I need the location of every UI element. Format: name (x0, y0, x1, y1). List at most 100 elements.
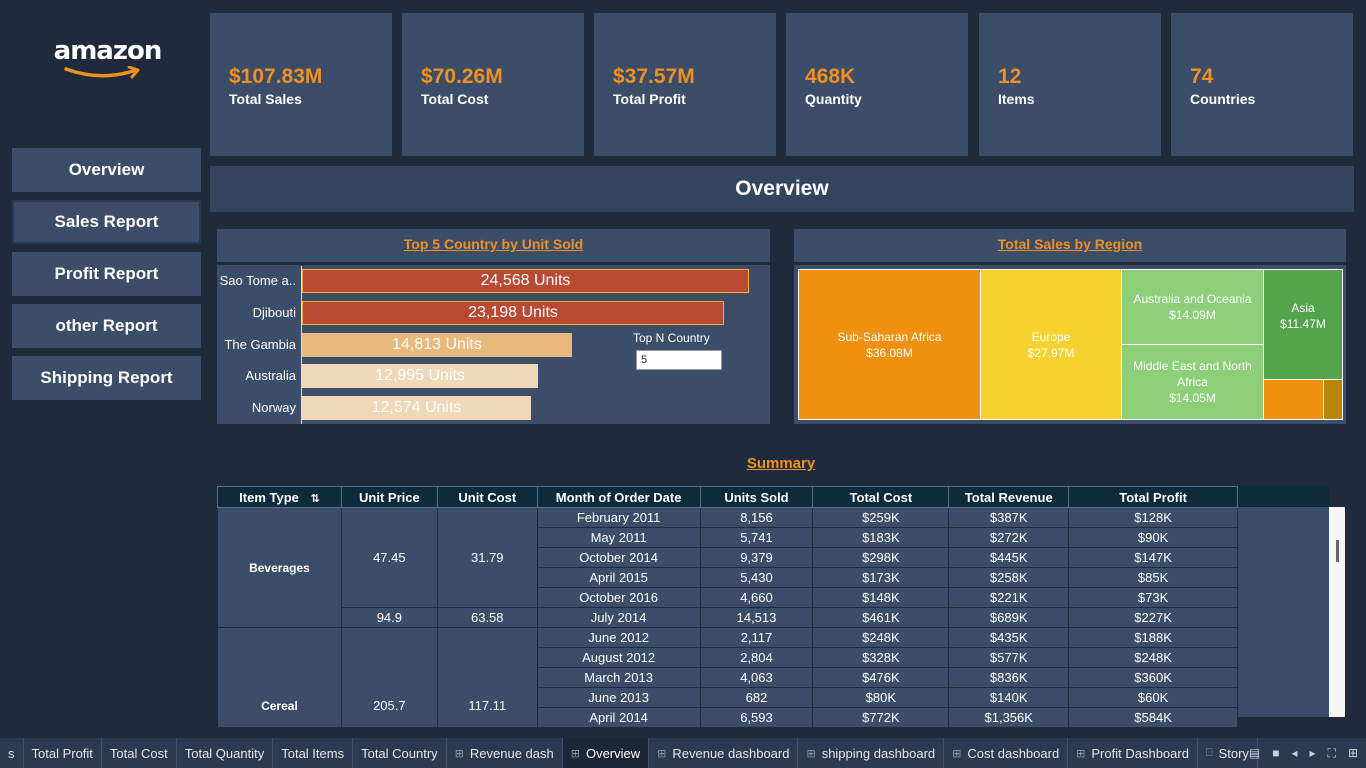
total-profit-cell: $248K (1068, 647, 1238, 668)
top-countries-title[interactable]: Top 5 Country by Unit Sold (217, 236, 770, 252)
treemap-cell-value: $14.05M (1169, 391, 1216, 405)
table-scrollbar[interactable] (1329, 507, 1345, 717)
tab-total-profit[interactable]: Total Profit (24, 738, 102, 768)
item-type-cell: Cereal (217, 627, 342, 728)
filmstrip-icon[interactable]: ▤ (1249, 746, 1260, 760)
table-row: Cereal 205.7 117.11 June 2012 2,117 $248… (217, 627, 1238, 728)
sort-icon[interactable]: ⇅ (311, 493, 320, 505)
tab-total-country[interactable]: Total Country (353, 738, 447, 768)
sheet-sorter-icon[interactable]: ■ (1272, 746, 1279, 760)
bar[interactable]: 23,198 Units (302, 301, 724, 325)
summary-title[interactable]: Summary (217, 455, 1345, 472)
topn-country-input[interactable]: 5 (636, 350, 722, 370)
tab-label: Overview (585, 745, 641, 761)
tab-cost-dashboard[interactable]: ⊞ Cost dashboard (944, 738, 1069, 768)
total-cost-cell: $183K (812, 527, 950, 548)
tab-revenue-dashboard[interactable]: ⊞ Revenue dashboard (649, 738, 799, 768)
bar-value-label: 12,995 Units (375, 367, 465, 384)
amazon-logo: amazon (50, 36, 165, 80)
tab-revenue-dash[interactable]: ⊞ Revenue dash (447, 738, 563, 768)
treemap-cell-small-region[interactable] (1263, 379, 1324, 420)
tab-profit-dashboard[interactable]: ⊞ Profit Dashboard (1068, 738, 1198, 768)
kpi-total-cost: $70.26M Total Cost (402, 13, 584, 156)
nav-shipping-report-button[interactable]: Shipping Report (12, 356, 201, 400)
month-cell: June 2012 (536, 627, 701, 648)
treemap-cell-australia-oceania[interactable]: Australia and Oceania $14.09M (1121, 269, 1264, 345)
total-cost-cell: $476K (812, 667, 950, 688)
column-header-units-sold[interactable]: Units Sold (699, 486, 814, 508)
column-header-unit-cost[interactable]: Unit Cost (436, 486, 538, 508)
month-cell: October 2014 (536, 547, 701, 568)
column-header-unit-price[interactable]: Unit Price (340, 486, 438, 508)
bar[interactable]: 12,995 Units (302, 364, 538, 388)
kpi-label: Items (998, 91, 1035, 107)
total-cost-cell: $173K (812, 567, 950, 588)
column-header-total-revenue[interactable]: Total Revenue (948, 486, 1070, 508)
bar[interactable]: 12,574 Units (302, 396, 531, 420)
column-header-item-type[interactable]: Item Type ⇅ (217, 486, 342, 508)
treemap-cell-sub-saharan-africa[interactable]: Sub-Saharan Africa $36.08M (798, 269, 981, 420)
tab-shipping-dashboard[interactable]: ⊞ shipping dashboard (798, 738, 945, 768)
treemap-cell-middle-east[interactable]: Middle East and North Africa $14.05M (1121, 344, 1264, 420)
kpi-value: 12 (998, 65, 1022, 88)
tab-label: Story (1218, 745, 1249, 761)
total-cost-cell: $772K (812, 707, 950, 728)
column-header-total-cost[interactable]: Total Cost (812, 486, 950, 508)
tab-label: Total Items (281, 745, 345, 761)
units-sold-cell: 682 (699, 687, 814, 708)
table-row: Beverages 47.45 31.79 February 2011 8,15… (217, 507, 1238, 628)
bar-row[interactable]: Sao Tome a.. 24,568 Units (217, 269, 770, 293)
month-cell: February 2011 (536, 507, 701, 528)
month-cell: March 2013 (536, 667, 701, 688)
kpi-label: Total Cost (421, 91, 489, 107)
tab-total-cost[interactable]: Total Cost (102, 738, 177, 768)
month-cell: August 2012 (536, 647, 701, 668)
kpi-value: $70.26M (421, 65, 503, 88)
unit-price-cell: 94.9 (340, 607, 438, 628)
treemap-cell-name: Sub-Saharan Africa (837, 329, 942, 344)
treemap-cell-asia[interactable]: Asia $11.47M (1263, 269, 1343, 380)
kpi-value: $37.57M (613, 65, 695, 88)
bar[interactable]: 24,568 Units (302, 269, 749, 293)
column-header-label: Item Type (239, 489, 299, 505)
treemap-cell-europe[interactable]: Europe $27.97M (980, 269, 1122, 420)
treemap-cell-tiny-region[interactable] (1323, 379, 1343, 420)
tab-overview[interactable]: ⊞ Overview (562, 738, 650, 768)
treemap-cell-name: Asia (1291, 301, 1315, 315)
item-type-cell: Beverages (217, 507, 342, 628)
tab-total-quantity[interactable]: Total Quantity (177, 738, 274, 768)
month-cell: October 2016 (536, 587, 701, 608)
bar-country-label: Djibouti (252, 305, 296, 320)
bar-row[interactable]: Djibouti 23,198 Units (217, 301, 770, 325)
next-sheet-icon[interactable]: ▸ (1310, 746, 1316, 760)
treemap-cell-name: Australia and Oceania (1133, 292, 1252, 306)
tab-partial[interactable]: s (0, 738, 24, 768)
bar-row[interactable]: Norway 12,574 Units (217, 396, 770, 420)
total-profit-cell: $227K (1068, 607, 1238, 628)
kpi-value: $107.83M (229, 65, 323, 88)
nav-overview-button[interactable]: Overview (12, 148, 201, 192)
bar-country-label: Australia (245, 368, 296, 383)
bar[interactable]: 14,813 Units (302, 333, 572, 357)
tab-total-items[interactable]: Total Items (273, 738, 354, 768)
fullscreen-icon[interactable]: ⛶ (1328, 746, 1336, 761)
grid-icon[interactable]: ⊞ (1348, 746, 1358, 760)
total-cost-cell: $259K (812, 507, 950, 528)
column-header-total-profit[interactable]: Total Profit (1068, 486, 1238, 508)
nav-other-report-button[interactable]: other Report (12, 304, 201, 348)
prev-sheet-icon[interactable]: ◂ (1291, 746, 1297, 760)
total-revenue-cell: $577K (948, 647, 1070, 668)
tab-controls: ▤ ■ ◂ ▸ ⛶ ⊞ (1249, 738, 1358, 768)
scrollbar-thumb[interactable] (1336, 540, 1339, 562)
treemap-cell-name: Middle East and North Africa (1133, 359, 1252, 389)
bar-value-label: 23,198 Units (468, 304, 558, 321)
column-header-month[interactable]: Month of Order Date (536, 486, 701, 508)
nav-profit-report-button[interactable]: Profit Report (12, 252, 201, 296)
bar-country-label: The Gambia (224, 337, 296, 352)
nav-sales-report-button[interactable]: Sales Report (12, 200, 201, 244)
total-cost-cell: $328K (812, 647, 950, 668)
dashboard-icon: ⊞ (454, 747, 464, 760)
total-profit-cell: $147K (1068, 547, 1238, 568)
region-title[interactable]: Total Sales by Region (794, 236, 1346, 252)
story-icon: ⎕ (1205, 746, 1213, 759)
